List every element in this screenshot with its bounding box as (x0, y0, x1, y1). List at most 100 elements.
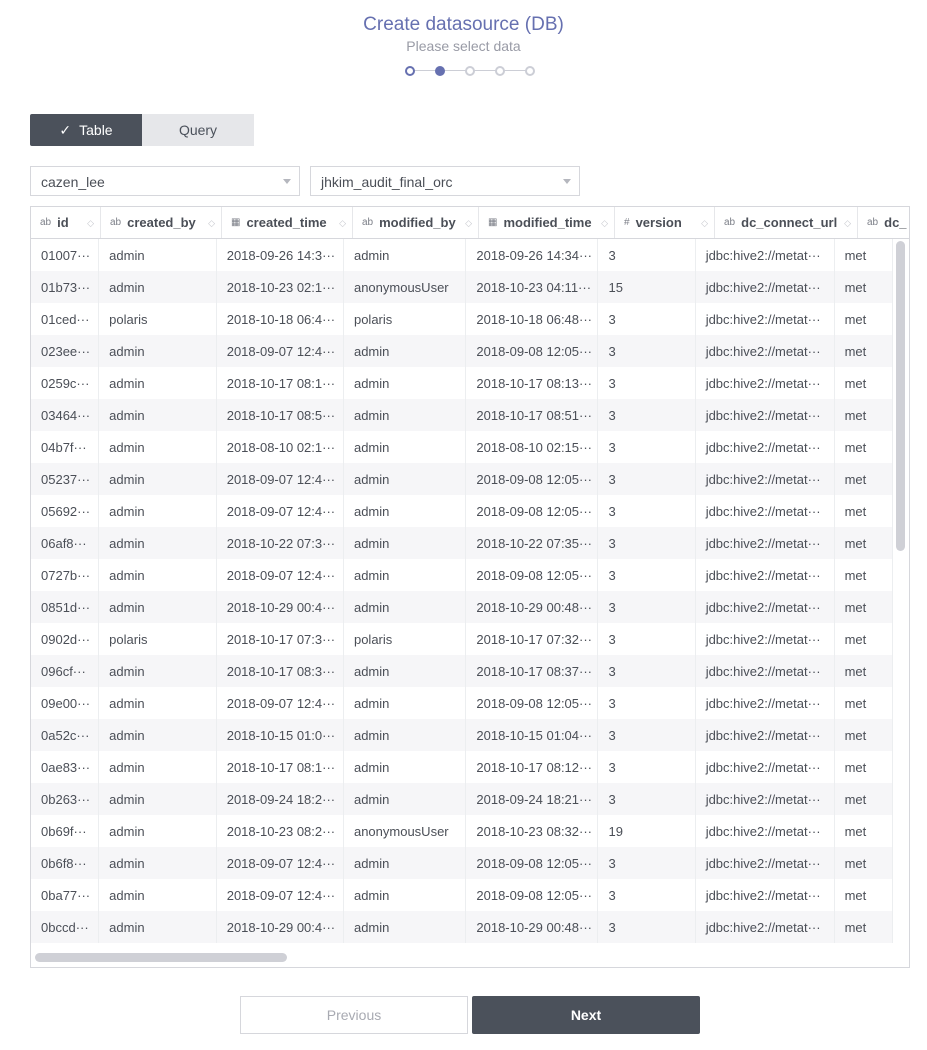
table-row[interactable]: 06af8··· admin 2018-10-22 07:3··· admin 2018… (31, 527, 893, 559)
table-row[interactable]: 05692··· admin 2018-09-07 12:4··· admin 2018… (31, 495, 893, 527)
table-row[interactable]: 0259c··· admin 2018-10-17 08:1··· admin 2018… (31, 367, 893, 399)
table-row[interactable]: 0bccd··· admin 2018-10-29 00:4··· admin 2018… (31, 911, 893, 943)
table-row[interactable]: 0727b··· admin 2018-09-07 12:4··· admin 2018… (31, 559, 893, 591)
table-row[interactable]: 0851d··· admin 2018-10-29 00:4··· admin 2018… (31, 591, 893, 623)
table-row[interactable]: 01b73··· admin 2018-10-23 02:1··· anonymous… (31, 271, 893, 303)
cell-modified_by: admin (344, 431, 467, 463)
cell-created_by: admin (99, 239, 217, 271)
cell-version: 3 (598, 623, 696, 655)
next-button[interactable]: Next (472, 996, 700, 1034)
cell-version: 3 (598, 303, 696, 335)
cell-modified_by: admin (344, 463, 467, 495)
cell-modified_by: admin (344, 847, 467, 879)
cell-created_time: 2018-09-07 12:4··· (217, 687, 344, 719)
cell-created_by: admin (99, 751, 217, 783)
column-name: dc_ (884, 215, 907, 230)
cell-modified_time: 2018-10-17 08:51··· (466, 399, 599, 431)
cell-created_by: admin (99, 815, 217, 847)
column-name: created_time (246, 215, 327, 230)
cell-dc_connect_url: jdbc:hive2://metat··· (696, 367, 835, 399)
table-row[interactable]: 04b7f··· admin 2018-08-10 02:1··· admin 2018… (31, 431, 893, 463)
sort-icon[interactable]: ◇ (87, 218, 94, 229)
sort-icon[interactable]: ◇ (208, 218, 215, 229)
cell-modified_by: admin (344, 783, 467, 815)
table-row[interactable]: 096cf··· admin 2018-10-17 08:3··· admin 2018… (31, 655, 893, 687)
horizontal-scrollbar[interactable] (35, 953, 287, 962)
schema-select[interactable]: cazen_lee (30, 166, 300, 196)
cell-dc_: met (835, 367, 893, 399)
cell-version: 3 (598, 879, 696, 911)
cell-id: 03464··· (31, 399, 100, 431)
sort-icon[interactable]: ◇ (339, 218, 346, 229)
cell-modified_time: 2018-10-15 01:04··· (466, 719, 599, 751)
cell-version: 3 (598, 655, 696, 687)
cell-created_time: 2018-10-18 06:4··· (217, 303, 344, 335)
cell-modified_by: admin (344, 335, 467, 367)
cell-id: 0727b··· (31, 559, 100, 591)
cell-id: 04b7f··· (31, 431, 100, 463)
step-dot (525, 66, 535, 76)
cell-created_time: 2018-10-29 00:4··· (217, 591, 344, 623)
column-header-modified_by[interactable]: ab modified_by ◇ (353, 207, 479, 238)
step-dot (495, 66, 505, 76)
table-row[interactable]: 0a52c··· admin 2018-10-15 01:0··· admin 2018… (31, 719, 893, 751)
cell-modified_time: 2018-10-17 07:32··· (466, 623, 599, 655)
cell-dc_: met (835, 335, 893, 367)
cell-modified_by: admin (344, 239, 467, 271)
cell-dc_connect_url: jdbc:hive2://metat··· (696, 815, 835, 847)
cell-version: 3 (598, 687, 696, 719)
table-select[interactable]: jhkim_audit_final_orc (310, 166, 580, 196)
column-header-id[interactable]: ab id ◇ (31, 207, 101, 238)
cell-modified_time: 2018-09-08 12:05··· (466, 495, 599, 527)
sort-icon[interactable]: ◇ (701, 218, 708, 229)
tab-table[interactable]: ✓ Table (30, 114, 142, 146)
table-row[interactable]: 01007··· admin 2018-09-26 14:3··· admin 2018… (31, 239, 893, 271)
table-row[interactable]: 03464··· admin 2018-10-17 08:5··· admin 2018… (31, 399, 893, 431)
table-row[interactable]: 05237··· admin 2018-09-07 12:4··· admin 2018… (31, 463, 893, 495)
cell-id: 01b73··· (31, 271, 100, 303)
tab-query[interactable]: Query (142, 114, 254, 146)
cell-version: 3 (598, 239, 696, 271)
sort-icon[interactable]: ◇ (465, 218, 472, 229)
column-header-dc_connect_url[interactable]: ab dc_connect_url ◇ (715, 207, 858, 238)
cell-id: 01007··· (31, 239, 100, 271)
column-header-created_time[interactable]: ▦ created_time ◇ (222, 207, 353, 238)
cell-created_by: admin (99, 463, 217, 495)
table-row[interactable]: 0ae83··· admin 2018-10-17 08:1··· admin 2018… (31, 751, 893, 783)
table-row[interactable]: 0b69f··· admin 2018-10-23 08:2··· anonymous… (31, 815, 893, 847)
table-row[interactable]: 09e00··· admin 2018-09-07 12:4··· admin 2018… (31, 687, 893, 719)
schema-select-value: cazen_lee (41, 174, 105, 190)
cell-created_by: admin (99, 527, 217, 559)
previous-button[interactable]: Previous (240, 996, 468, 1034)
table-row[interactable]: 0ba77··· admin 2018-09-07 12:4··· admin 2018… (31, 879, 893, 911)
cell-version: 3 (598, 591, 696, 623)
table-row[interactable]: 0b263··· admin 2018-09-24 18:2··· admin 2018… (31, 783, 893, 815)
cell-created_time: 2018-09-26 14:3··· (217, 239, 344, 271)
cell-id: 0bccd··· (31, 911, 100, 943)
column-header-dc_[interactable]: ab dc_ (858, 207, 909, 238)
table-row[interactable]: 023ee··· admin 2018-09-07 12:4··· admin 2018… (31, 335, 893, 367)
step-dot (465, 66, 475, 76)
column-name: dc_connect_url (741, 215, 838, 230)
cell-version: 3 (598, 367, 696, 399)
vertical-scrollbar[interactable] (896, 241, 905, 551)
cell-dc_: met (835, 847, 893, 879)
cell-created_time: 2018-09-24 18:2··· (217, 783, 344, 815)
cell-dc_: met (835, 655, 893, 687)
cell-dc_connect_url: jdbc:hive2://metat··· (696, 335, 835, 367)
sort-icon[interactable]: ◇ (601, 218, 608, 229)
table-row[interactable]: 01ced··· polaris 2018-10-18 06:4··· polaris… (31, 303, 893, 335)
column-header-created_by[interactable]: ab created_by ◇ (101, 207, 222, 238)
cell-dc_: met (835, 719, 893, 751)
source-type-tabs: ✓ Table Query (30, 114, 254, 146)
cell-dc_connect_url: jdbc:hive2://metat··· (696, 655, 835, 687)
cell-modified_time: 2018-10-17 08:37··· (466, 655, 599, 687)
table-row[interactable]: 0b6f8··· admin 2018-09-07 12:4··· admin 2018… (31, 847, 893, 879)
cell-created_by: admin (99, 783, 217, 815)
column-header-modified_time[interactable]: ▦ modified_time ◇ (479, 207, 615, 238)
table-row[interactable]: 0902d··· polaris 2018-10-17 07:3··· polaris… (31, 623, 893, 655)
cell-created_by: admin (99, 879, 217, 911)
cell-version: 3 (598, 495, 696, 527)
column-header-version[interactable]: # version ◇ (615, 207, 715, 238)
sort-icon[interactable]: ◇ (844, 218, 851, 229)
